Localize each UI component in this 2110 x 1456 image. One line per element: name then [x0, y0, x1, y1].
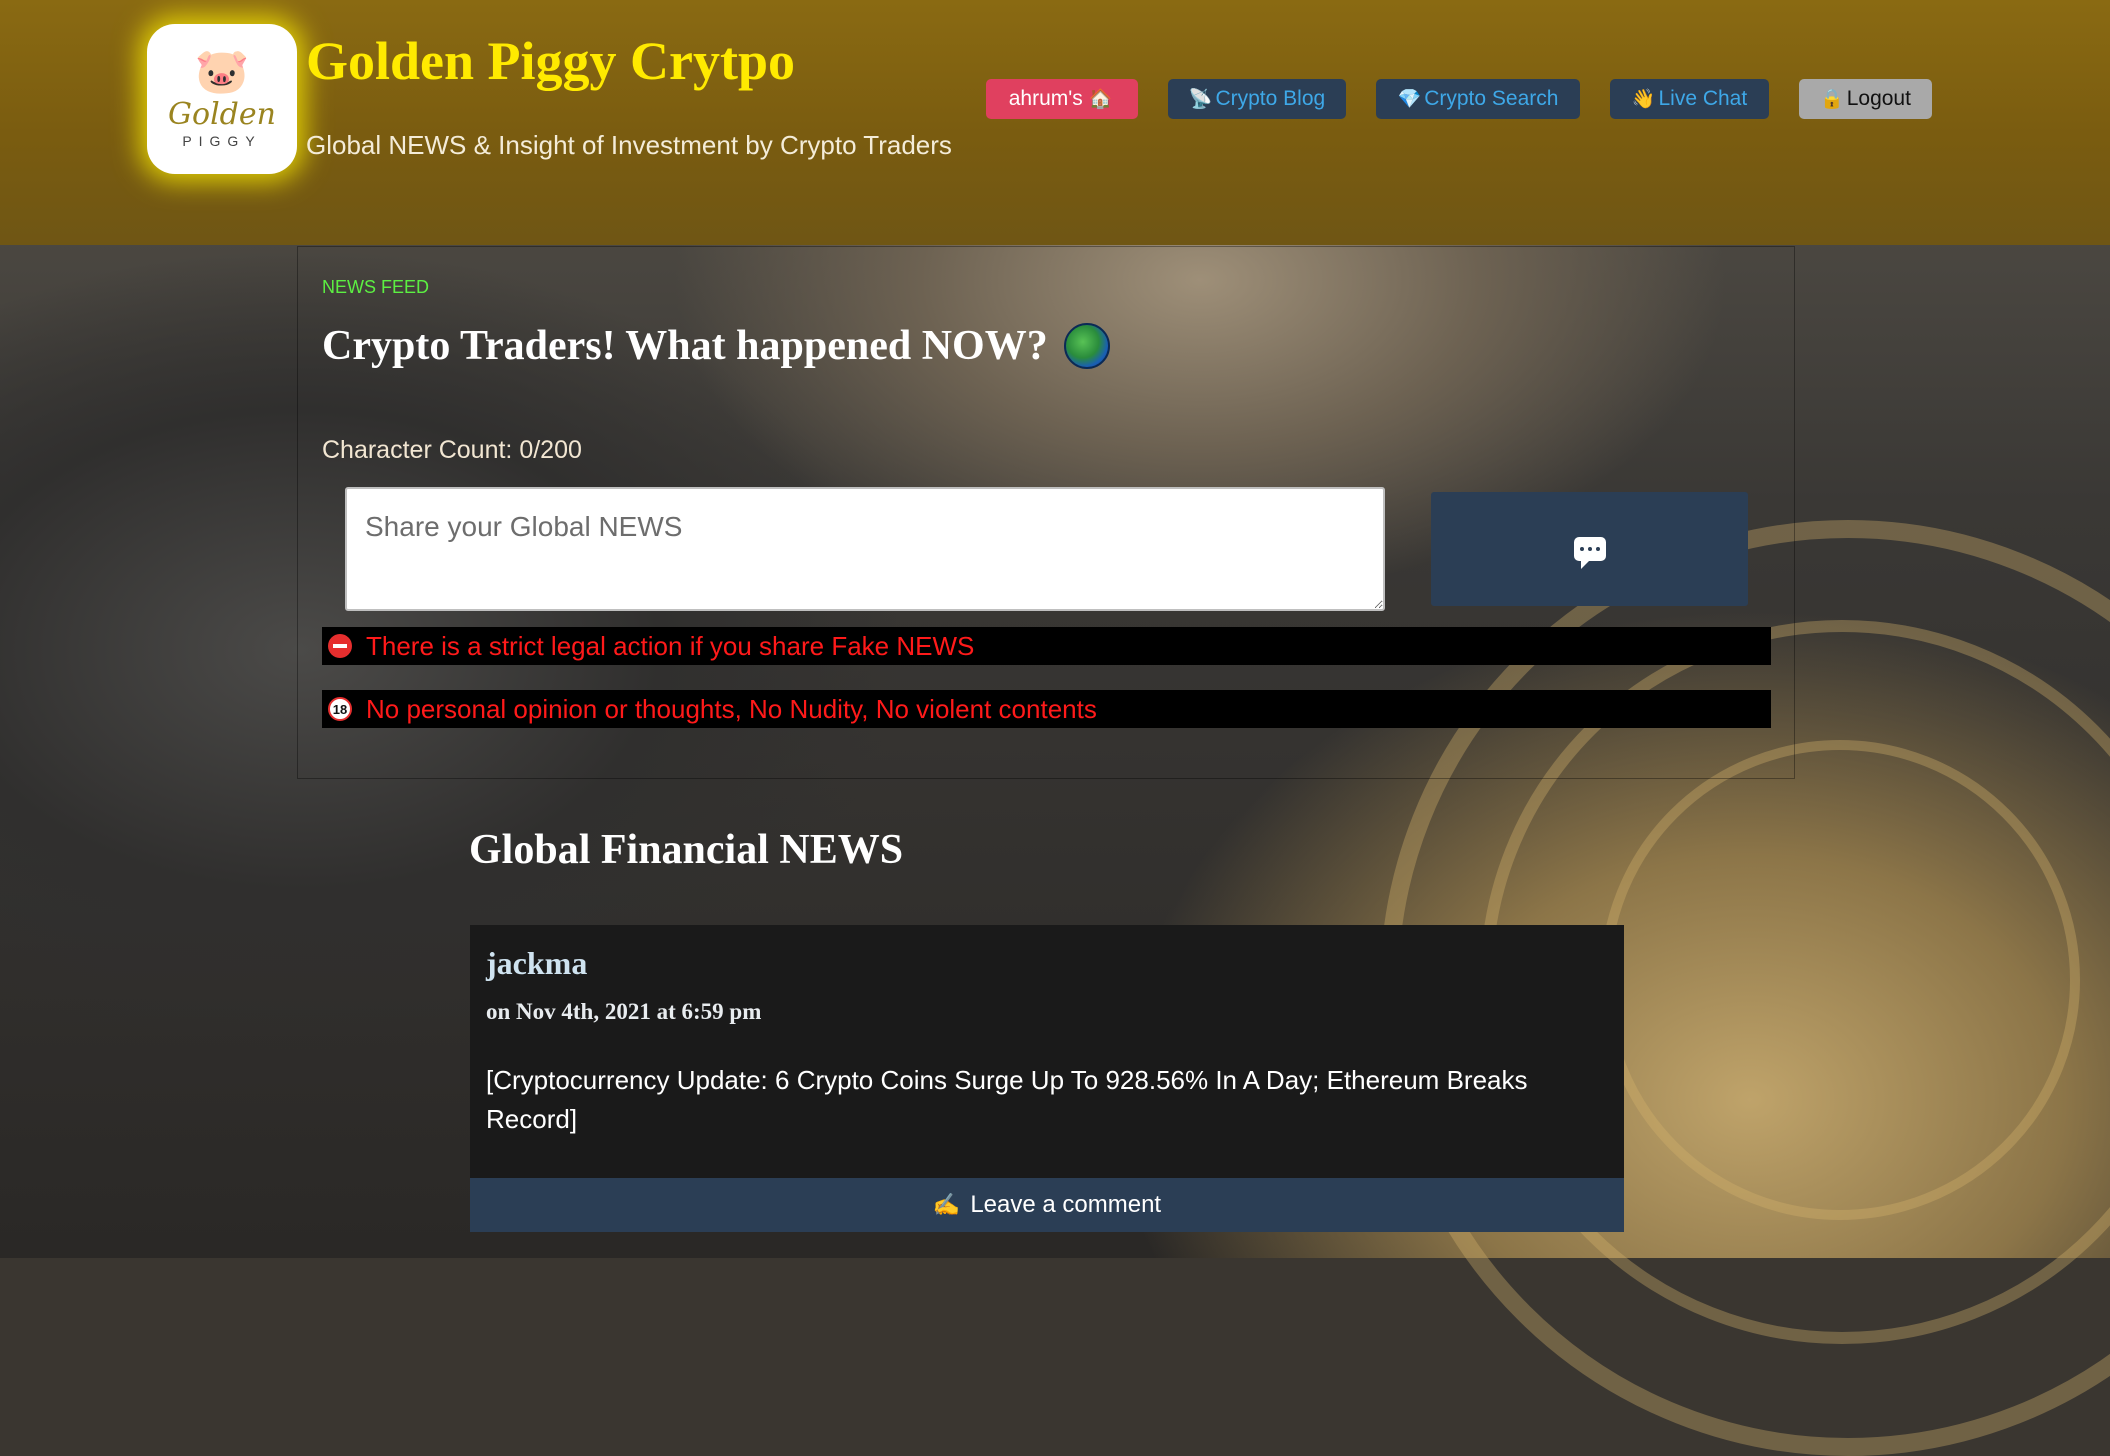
waving-hand-icon: 👋	[1631, 89, 1656, 110]
crypto-blog-button[interactable]: 📡 Crypto Blog	[1168, 79, 1346, 119]
user-label: ahrum's	[1008, 87, 1083, 110]
site-logo[interactable]: 🐷 Golden PIGGY	[147, 24, 297, 174]
crypto-blog-label: Crypto Blog	[1215, 87, 1326, 110]
post-author[interactable]: jackma	[486, 945, 587, 982]
site-header: 🐷 Golden PIGGY Golden Piggy Crytpo Globa…	[0, 0, 2110, 245]
news-feed-title-text: Crypto Traders! What happened NOW?	[322, 323, 1048, 369]
fake-news-warning-text: There is a strict legal action if you sh…	[366, 630, 975, 661]
fake-news-warning: There is a strict legal action if you sh…	[322, 627, 1771, 665]
piggy-icon: 🐷	[194, 46, 250, 96]
crypto-search-label: Crypto Search	[1424, 87, 1559, 110]
site-title: Golden Piggy Crytpo	[306, 31, 796, 91]
globe-icon	[1063, 323, 1110, 369]
site-subtitle: Global NEWS & Insight of Investment by C…	[306, 130, 952, 160]
character-count: Character Count: 0/200	[322, 436, 582, 464]
no-under-eighteen-icon: 18	[328, 697, 352, 721]
gem-icon: 💎	[1397, 89, 1422, 110]
logout-label: Logout	[1846, 87, 1911, 110]
user-home-button[interactable]: ahrum's 🏠	[986, 79, 1138, 119]
crypto-search-button[interactable]: 💎 Crypto Search	[1376, 79, 1580, 119]
logo-small-text: PIGGY	[182, 132, 262, 149]
news-feed-title: Crypto Traders! What happened NOW?	[322, 322, 1110, 370]
house-icon: 🏠	[1088, 89, 1113, 110]
live-chat-label: Live Chat	[1658, 87, 1748, 110]
leave-comment-button[interactable]: ✍ Leave a comment	[470, 1178, 1624, 1232]
writing-hand-icon: ✍	[932, 1192, 961, 1217]
news-post-card: jackma on Nov 4th, 2021 at 6:59 pm [Cryp…	[470, 925, 1624, 1232]
news-input[interactable]	[345, 487, 1385, 611]
post-date: on Nov 4th, 2021 at 6:59 pm	[486, 999, 762, 1024]
lock-icon: 🔒	[1820, 89, 1844, 110]
speech-bubble-icon	[1573, 537, 1606, 569]
satellite-icon: 📡	[1188, 89, 1213, 110]
news-feed-label: NEWS FEED	[322, 277, 430, 297]
logout-button[interactable]: 🔒 Logout	[1799, 79, 1932, 119]
leave-comment-label: Leave a comment	[970, 1191, 1162, 1218]
no-entry-icon	[328, 634, 352, 658]
live-chat-button[interactable]: 👋 Live Chat	[1610, 79, 1769, 119]
content-policy-warning-text: No personal opinion or thoughts, No Nudi…	[366, 693, 1097, 724]
logo-script-text: Golden	[168, 96, 276, 132]
global-financial-news-title: Global Financial NEWS	[469, 827, 904, 873]
content-policy-warning: 18 No personal opinion or thoughts, No N…	[322, 690, 1771, 728]
post-news-button[interactable]	[1431, 492, 1748, 606]
post-body: [Cryptocurrency Update: 6 Crypto Coins S…	[486, 1065, 1528, 1134]
